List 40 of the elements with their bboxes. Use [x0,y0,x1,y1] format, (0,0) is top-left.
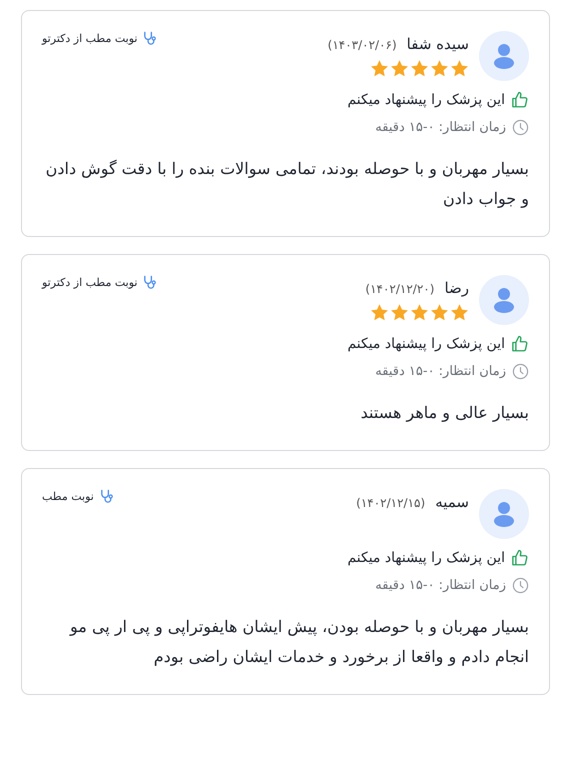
clock-icon [512,119,529,136]
star-icon [370,59,389,78]
wait-time: زمان انتظار: ۰-۱۵ دقیقه [375,578,506,593]
review-text: بسیار عالی و ماهر هستند [360,402,529,424]
thumbs-up-icon [511,91,529,109]
review-text: بسیار مهربان و با حوصله بودند، تمامی سوالات بنده را با دقت گوش دادن و جواب دادن [44,158,529,210]
recommend-text: این پزشک را پیشنهاد میکنم [347,92,505,108]
star-icon [370,303,389,322]
booking-source: نوبت مطب [42,490,94,503]
wait-time: زمان انتظار: ۰-۱۵ دقیقه [375,120,506,135]
star-icon [410,303,429,322]
thumbs-up-icon [511,335,529,353]
review-text: بسیار مهربان و با حوصله بودن، پیش ایشان هایفوتراپی و پی ار پی مو انجام دادم و واقعا از برخورد و خدمات ایشان راضی بودم [68,616,529,668]
stethoscope-icon [142,275,158,290]
star-icon [410,59,429,78]
review-date: (۱۴۰۲/۱۲/۲۰) [365,282,434,296]
recommend-text: این پزشک را پیشنهاد میکنم [347,336,505,352]
review-date: (۱۴۰۲/۱۲/۱۵) [356,496,426,510]
star-icon [430,59,449,78]
reviewer-name: رضا [444,279,469,297]
review-date: (۱۴۰۳/۰۲/۰۶) [328,38,397,52]
star-icon [390,303,409,322]
star-icon [450,59,469,78]
avatar-icon [479,31,529,81]
reviewer-name: سیده شفا [406,35,469,53]
stethoscope-icon [142,31,158,46]
avatar-icon [479,489,529,539]
star-icon [450,303,469,322]
avatar-icon [479,275,529,325]
star-icon [430,303,449,322]
wait-time: زمان انتظار: ۰-۱۵ دقیقه [375,364,506,379]
clock-icon [512,577,529,594]
reviewer-name: سمیه [435,493,469,511]
recommend-text: این پزشک را پیشنهاد میکنم [347,550,505,566]
stethoscope-icon [98,489,114,504]
booking-source: نوبت مطب از دکترتو [42,276,138,289]
clock-icon [512,363,529,380]
star-icon [390,59,409,78]
booking-source: نوبت مطب از دکترتو [42,32,138,45]
thumbs-up-icon [511,549,529,567]
